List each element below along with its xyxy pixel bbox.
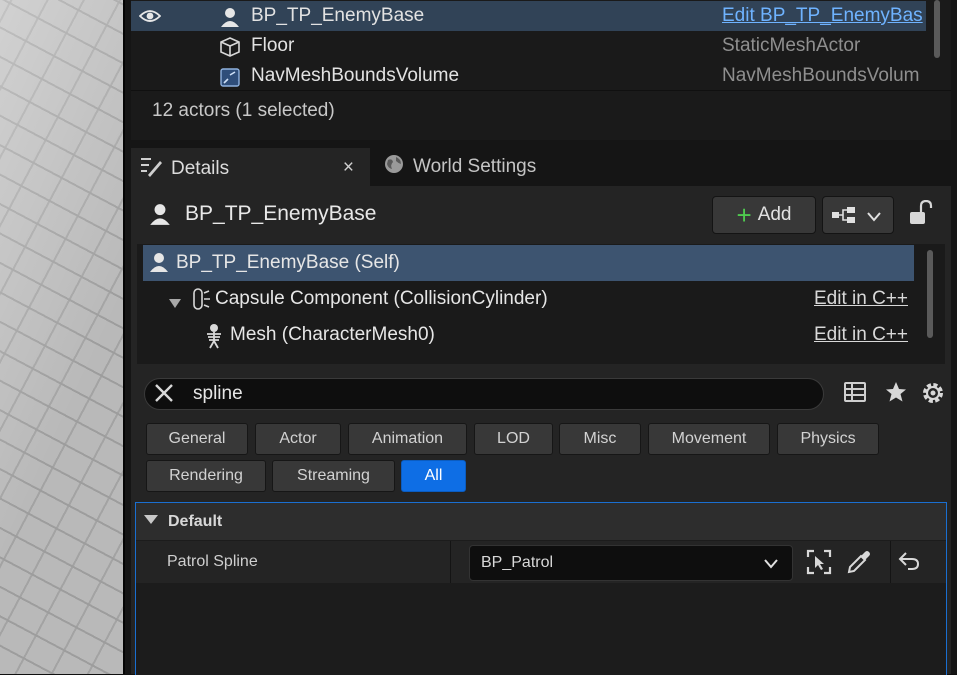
details-search[interactable] bbox=[144, 378, 824, 410]
component-row[interactable]: Mesh (CharacterMesh0) Edit in C++ bbox=[143, 317, 914, 353]
capsule-icon bbox=[187, 287, 211, 316]
outliner-row-name: BP_TP_EnemyBase bbox=[251, 5, 425, 26]
filter-rendering[interactable]: Rendering bbox=[146, 460, 266, 492]
tab-details[interactable]: Details × bbox=[131, 148, 370, 188]
panel-tabbar: Details × World Settings bbox=[131, 148, 951, 188]
filter-movement[interactable]: Movement bbox=[648, 423, 770, 455]
filter-actor[interactable]: Actor bbox=[255, 423, 341, 455]
details-icon bbox=[139, 155, 163, 183]
add-component-button[interactable]: + Add bbox=[712, 196, 816, 234]
pawn-icon bbox=[148, 202, 172, 231]
details-panel: BP_TP_EnemyBase + Add BP_TP_EnemyBase (S… bbox=[131, 186, 951, 675]
filter-physics[interactable]: Physics bbox=[777, 423, 879, 455]
category-label: Default bbox=[168, 513, 223, 530]
search-input[interactable] bbox=[193, 379, 793, 409]
eye-icon[interactable] bbox=[138, 8, 162, 29]
outliner-row[interactable]: NavMeshBoundsVolume NavMeshBoundsVolum bbox=[131, 61, 926, 91]
chevron-down-icon bbox=[867, 209, 881, 227]
filter-misc[interactable]: Misc bbox=[559, 423, 641, 455]
lock-icon[interactable] bbox=[909, 199, 933, 231]
filter-lod[interactable]: LOD bbox=[474, 423, 553, 455]
category-header-default[interactable]: Default bbox=[136, 503, 946, 540]
filter-all[interactable]: All bbox=[401, 460, 466, 492]
outliner-scrollbar[interactable] bbox=[934, 0, 940, 58]
tab-world-settings[interactable]: World Settings bbox=[376, 148, 636, 186]
outliner-row-type: StaticMeshActor bbox=[722, 35, 861, 56]
component-row[interactable]: BP_TP_EnemyBase (Self) bbox=[143, 245, 914, 281]
filter-animation[interactable]: Animation bbox=[348, 423, 467, 455]
divider bbox=[131, 90, 951, 91]
column-splitter[interactable] bbox=[450, 541, 451, 583]
level-viewport[interactable] bbox=[0, 0, 123, 674]
star-icon[interactable] bbox=[884, 380, 908, 409]
clear-icon[interactable] bbox=[153, 382, 175, 409]
pawn-icon bbox=[219, 6, 241, 33]
filter-streaming[interactable]: Streaming bbox=[272, 460, 395, 492]
outliner-row-name: NavMeshBoundsVolume bbox=[251, 65, 460, 86]
outliner-row[interactable]: Floor StaticMeshActor bbox=[131, 31, 926, 61]
component-name: Mesh (CharacterMesh0) bbox=[230, 324, 435, 345]
outliner-row-type: NavMeshBoundsVolum bbox=[722, 65, 920, 86]
browse-icon[interactable] bbox=[806, 549, 832, 580]
dropdown-value: BP_Patrol bbox=[481, 554, 554, 571]
globe-icon bbox=[383, 153, 405, 181]
edit-in-cpp-link[interactable]: Edit in C++ bbox=[814, 317, 908, 353]
blueprint-icon bbox=[831, 206, 857, 229]
tab-details-label: Details bbox=[171, 158, 230, 179]
blueprint-button[interactable] bbox=[822, 196, 894, 234]
add-button-label: Add bbox=[757, 204, 792, 225]
component-tree: BP_TP_EnemyBase (Self) Capsule Component… bbox=[137, 244, 945, 364]
actor-name: BP_TP_EnemyBase bbox=[185, 202, 377, 225]
expand-arrow-icon[interactable] bbox=[169, 295, 181, 313]
edit-in-cpp-link[interactable]: Edit in C++ bbox=[814, 281, 908, 317]
component-row[interactable]: Capsule Component (CollisionCylinder) Ed… bbox=[143, 281, 914, 317]
property-row-patrol-spline: Patrol Spline BP_Patrol bbox=[136, 541, 946, 583]
outliner-row[interactable]: BP_TP_EnemyBase Edit BP_TP_EnemyBas bbox=[131, 1, 926, 31]
static-mesh-icon bbox=[219, 36, 241, 63]
tab-world-settings-label: World Settings bbox=[413, 156, 537, 177]
plus-icon: + bbox=[736, 200, 752, 230]
chevron-down-icon bbox=[764, 556, 778, 574]
property-editor: Default Patrol Spline BP_Patrol bbox=[135, 502, 947, 675]
gear-icon[interactable] bbox=[920, 380, 946, 411]
close-icon[interactable]: × bbox=[343, 157, 354, 179]
column-splitter bbox=[890, 541, 891, 583]
outliner-row-name: Floor bbox=[251, 35, 295, 56]
eyedropper-icon[interactable] bbox=[846, 549, 872, 580]
patrol-spline-dropdown[interactable]: BP_Patrol bbox=[469, 545, 793, 581]
table-icon[interactable] bbox=[843, 380, 867, 409]
component-name: BP_TP_EnemyBase (Self) bbox=[176, 252, 400, 273]
collapse-arrow-icon[interactable] bbox=[144, 515, 158, 524]
outliner-status: 12 actors (1 selected) bbox=[152, 100, 335, 121]
nav-volume-icon bbox=[219, 66, 241, 93]
property-label: Patrol Spline bbox=[167, 553, 258, 570]
component-tree-scrollbar[interactable] bbox=[927, 250, 933, 338]
reset-icon[interactable] bbox=[898, 551, 920, 576]
filter-general[interactable]: General bbox=[146, 423, 248, 455]
component-name: Capsule Component (CollisionCylinder) bbox=[215, 288, 548, 309]
world-outliner: BP_TP_EnemyBase Edit BP_TP_EnemyBas Floo… bbox=[131, 0, 951, 140]
pawn-icon bbox=[148, 251, 170, 278]
skeleton-icon bbox=[203, 323, 225, 354]
outliner-row-type-link[interactable]: Edit BP_TP_EnemyBas bbox=[722, 1, 927, 31]
